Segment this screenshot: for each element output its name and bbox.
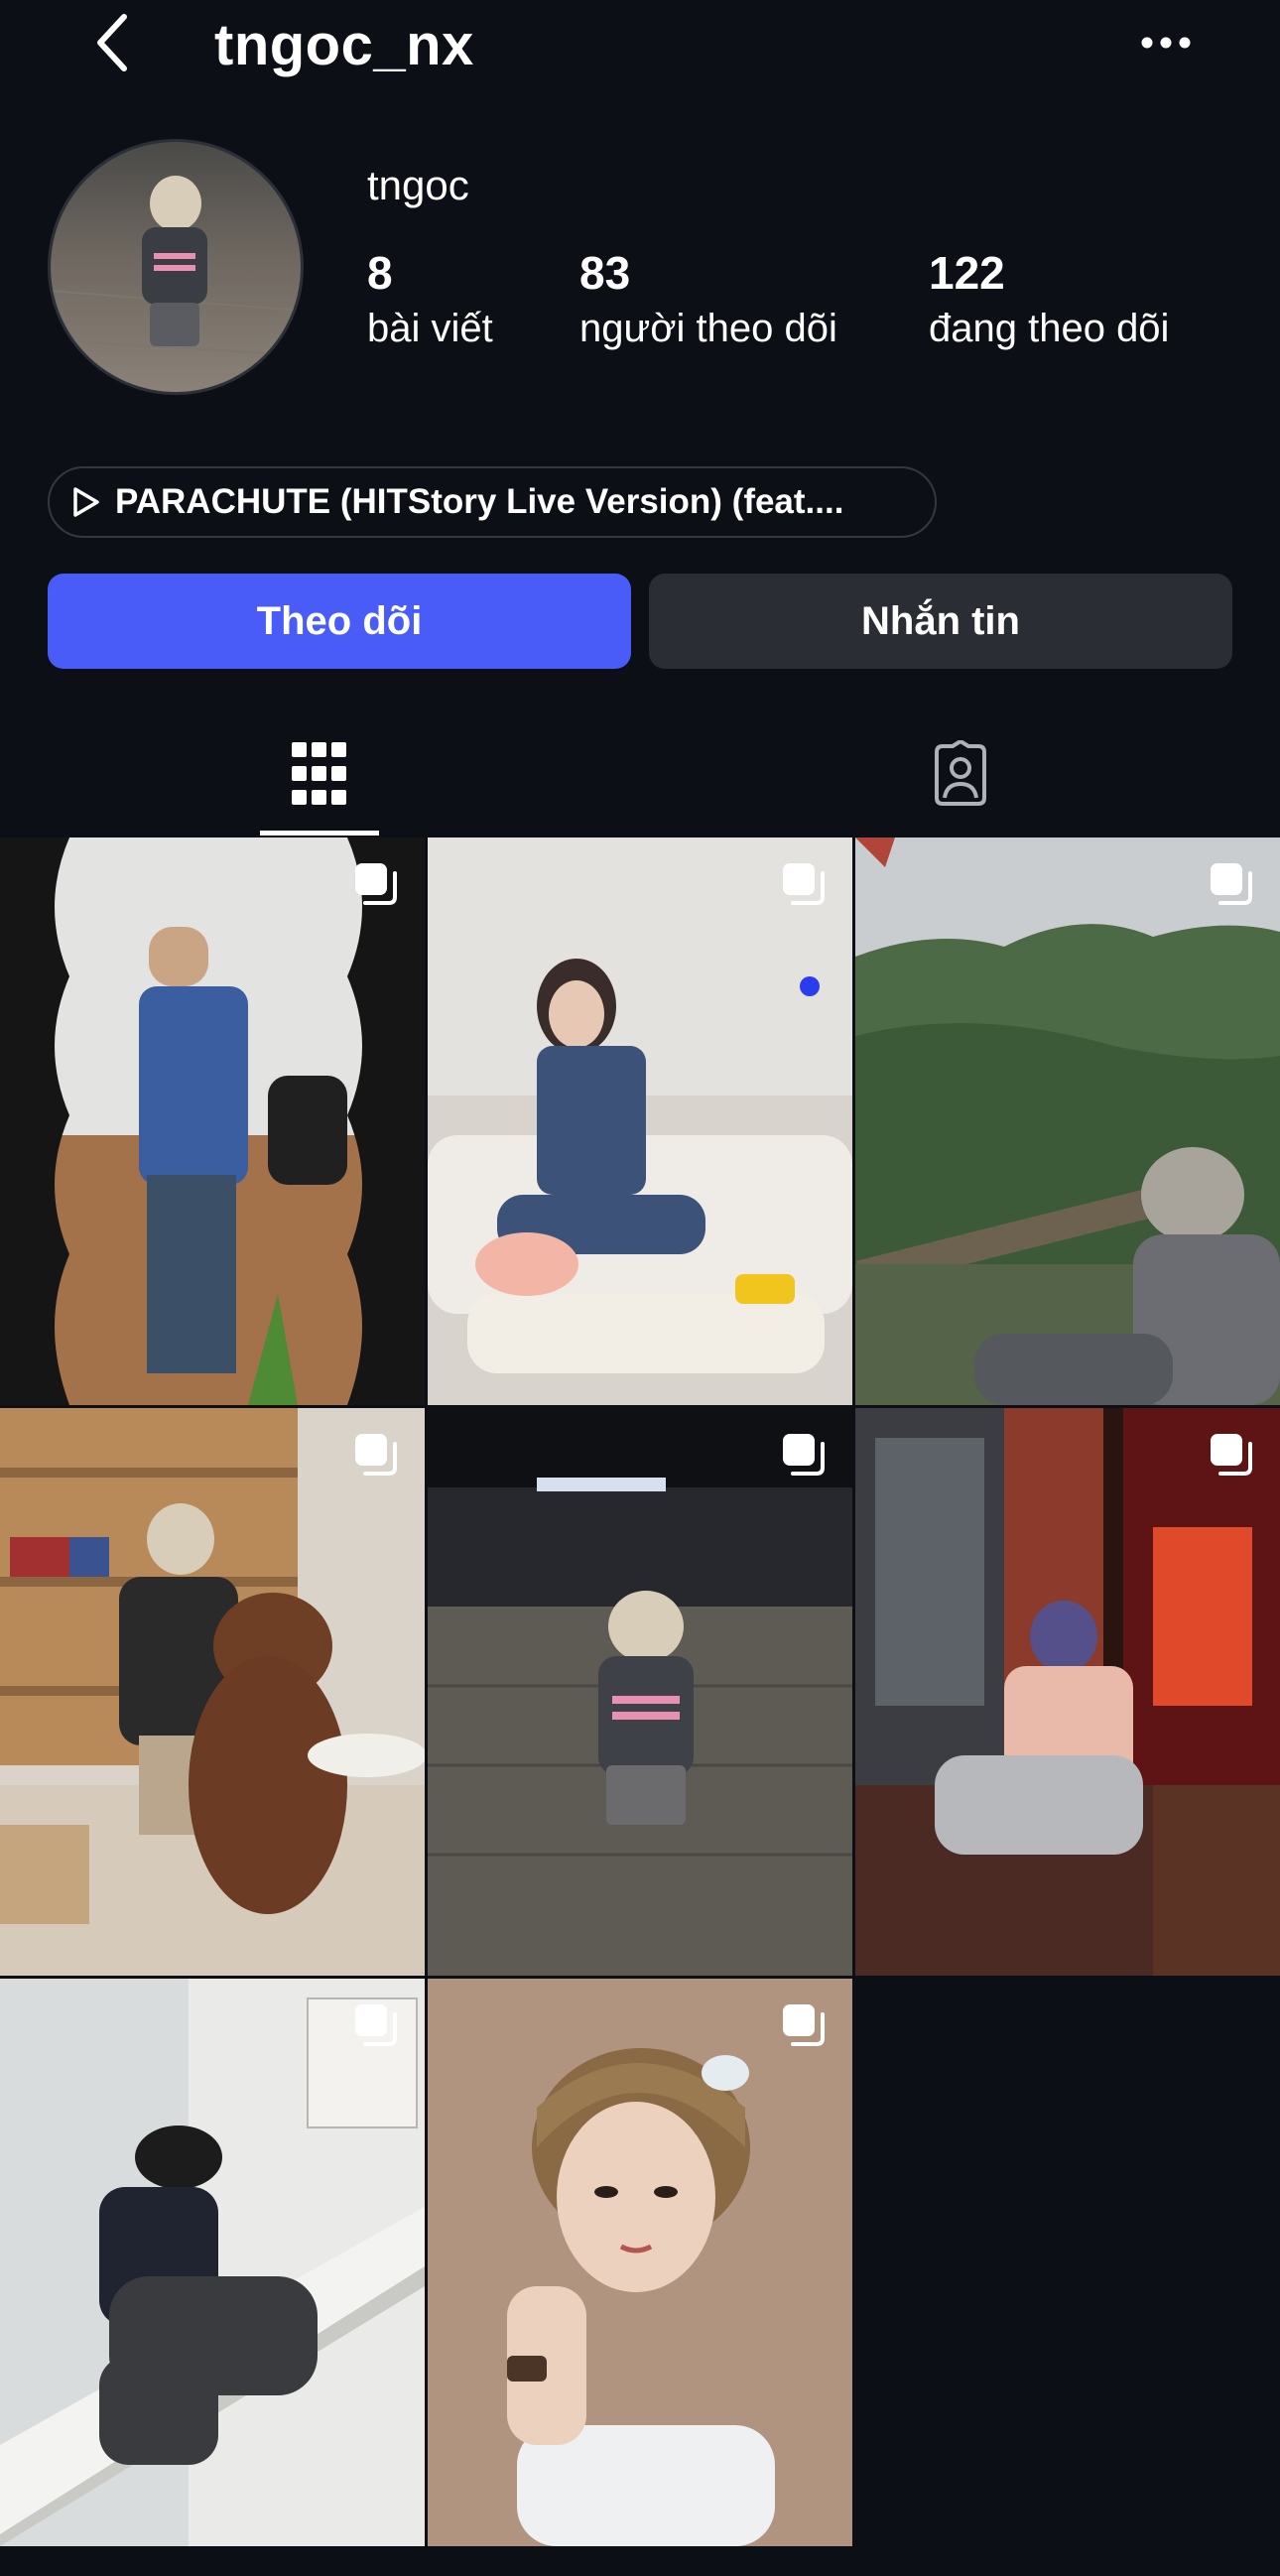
tab-posts-grid[interactable] bbox=[260, 712, 379, 836]
stat-following-count: 122 bbox=[929, 247, 1005, 299]
post-photo bbox=[428, 1408, 852, 1976]
ellipsis-icon bbox=[1141, 37, 1191, 49]
tagged-person-icon bbox=[935, 740, 986, 806]
post-photo bbox=[428, 1979, 852, 2546]
stat-followers-label: người theo dõi bbox=[579, 307, 837, 350]
post-thumbnail[interactable] bbox=[428, 1979, 852, 2546]
music-track-label: PARACHUTE (HITStory Live Version) (feat.… bbox=[115, 482, 844, 521]
profile-username: tngoc_nx bbox=[214, 13, 474, 77]
play-icon bbox=[73, 487, 99, 517]
multi-photo-icon bbox=[1211, 1434, 1252, 1476]
multi-photo-icon bbox=[355, 2004, 397, 2046]
grid-icon bbox=[292, 742, 346, 805]
post-thumbnail[interactable] bbox=[0, 1408, 425, 1976]
multi-photo-icon bbox=[783, 1434, 825, 1476]
tab-tagged[interactable] bbox=[901, 712, 1020, 836]
follow-button[interactable]: Theo dõi bbox=[48, 574, 631, 669]
multi-photo-icon bbox=[783, 863, 825, 905]
message-button[interactable]: Nhắn tin bbox=[649, 574, 1232, 669]
avatar-photo bbox=[51, 142, 301, 392]
post-photo bbox=[855, 837, 1280, 1405]
stat-following[interactable]: 122 đang theo dõi bbox=[929, 244, 1169, 355]
stat-followers[interactable]: 83 người theo dõi bbox=[579, 244, 837, 355]
profile-music-pill[interactable]: PARACHUTE (HITStory Live Version) (feat.… bbox=[48, 466, 937, 538]
post-thumbnail[interactable] bbox=[428, 1408, 852, 1976]
post-thumbnail[interactable] bbox=[0, 1979, 425, 2546]
stat-posts[interactable]: 8 bài viết bbox=[367, 244, 493, 355]
stat-posts-count: 8 bbox=[367, 247, 393, 299]
post-thumbnail[interactable] bbox=[855, 837, 1280, 1405]
post-thumbnail[interactable] bbox=[428, 837, 852, 1405]
post-photo bbox=[0, 837, 425, 1405]
post-thumbnail[interactable] bbox=[855, 1408, 1280, 1976]
multi-photo-icon bbox=[355, 863, 397, 905]
multi-photo-icon bbox=[783, 2004, 825, 2046]
stat-posts-label: bài viết bbox=[367, 307, 493, 350]
display-name: tngoc bbox=[367, 162, 469, 208]
multi-photo-icon bbox=[1211, 863, 1252, 905]
top-bar: tngoc_nx bbox=[0, 0, 1280, 89]
stat-followers-count: 83 bbox=[579, 247, 631, 299]
profile-tabs bbox=[0, 712, 1280, 836]
profile-avatar[interactable] bbox=[48, 139, 304, 395]
stat-following-label: đang theo dõi bbox=[929, 307, 1170, 350]
post-photo bbox=[428, 837, 852, 1405]
more-options-button[interactable] bbox=[1131, 18, 1201, 67]
post-photo bbox=[0, 1979, 425, 2546]
back-button[interactable] bbox=[87, 8, 137, 77]
chevron-left-icon bbox=[97, 14, 127, 71]
multi-photo-icon bbox=[355, 1434, 397, 1476]
post-photo bbox=[855, 1408, 1280, 1976]
post-photo bbox=[0, 1408, 425, 1976]
post-thumbnail[interactable] bbox=[0, 837, 425, 1405]
